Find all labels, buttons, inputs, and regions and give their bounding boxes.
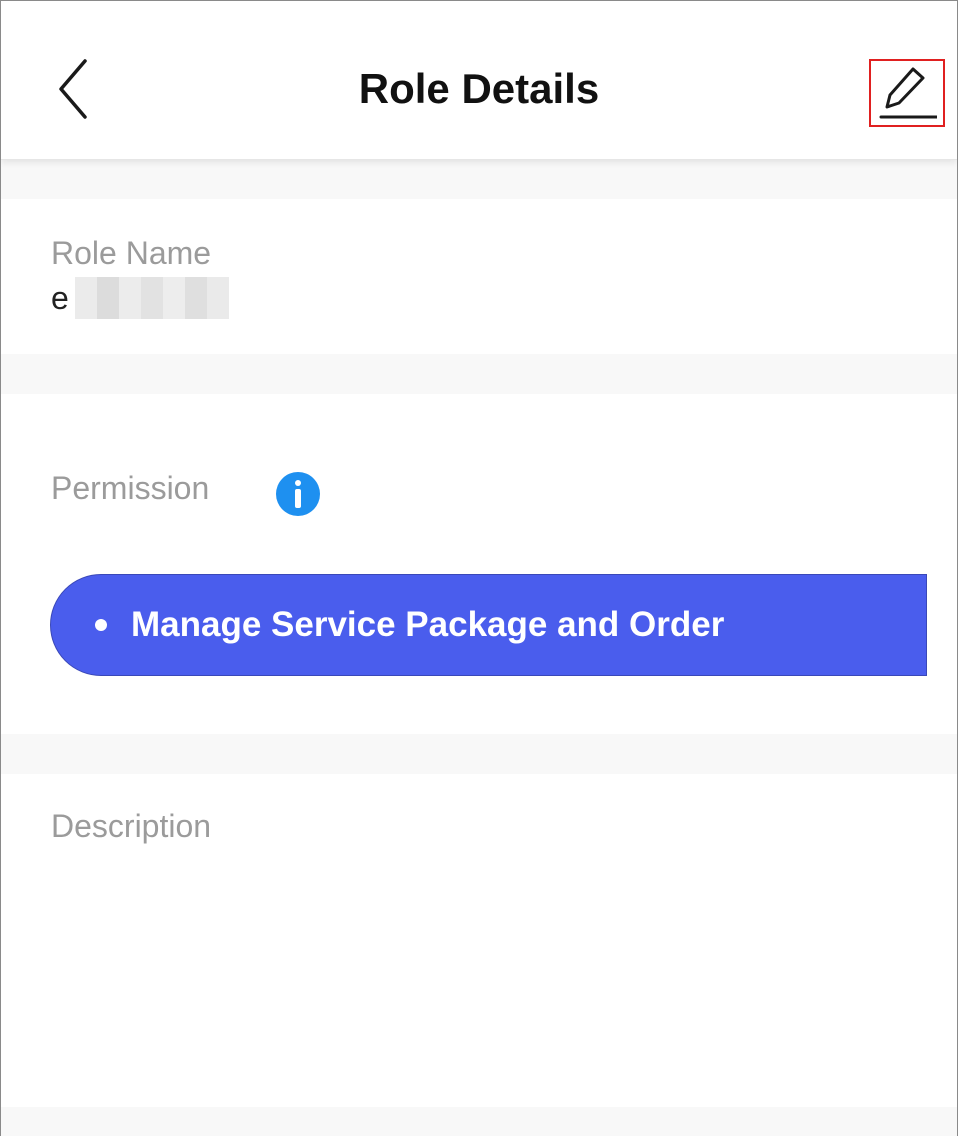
edit-button[interactable]: [869, 59, 945, 127]
permission-section: Permission Manage Service Package and Or…: [1, 394, 957, 734]
section-divider: [1, 159, 957, 199]
pencil-icon: [879, 67, 937, 119]
role-name-section: Role Name e: [1, 199, 957, 354]
bullet-icon: [95, 619, 107, 631]
section-divider: [1, 354, 957, 394]
description-label: Description: [51, 808, 212, 844]
role-name-value: e: [51, 277, 229, 319]
top-bar: Role Details: [1, 1, 957, 160]
permission-label: Permission: [51, 470, 210, 506]
role-name-text: e: [51, 280, 69, 316]
permission-item[interactable]: Manage Service Package and Order: [50, 574, 927, 676]
permission-item-label: Manage Service Package and Order: [131, 605, 725, 644]
description-section: Description: [1, 774, 957, 1107]
section-divider: [1, 1107, 957, 1136]
role-name-label: Role Name: [51, 235, 212, 271]
page-title: Role Details: [358, 65, 600, 112]
redacted-text: [74, 277, 229, 319]
section-divider: [1, 734, 957, 774]
info-icon[interactable]: [276, 472, 320, 516]
app-window: Role Details Role Name e Permission Mana…: [0, 0, 958, 1136]
